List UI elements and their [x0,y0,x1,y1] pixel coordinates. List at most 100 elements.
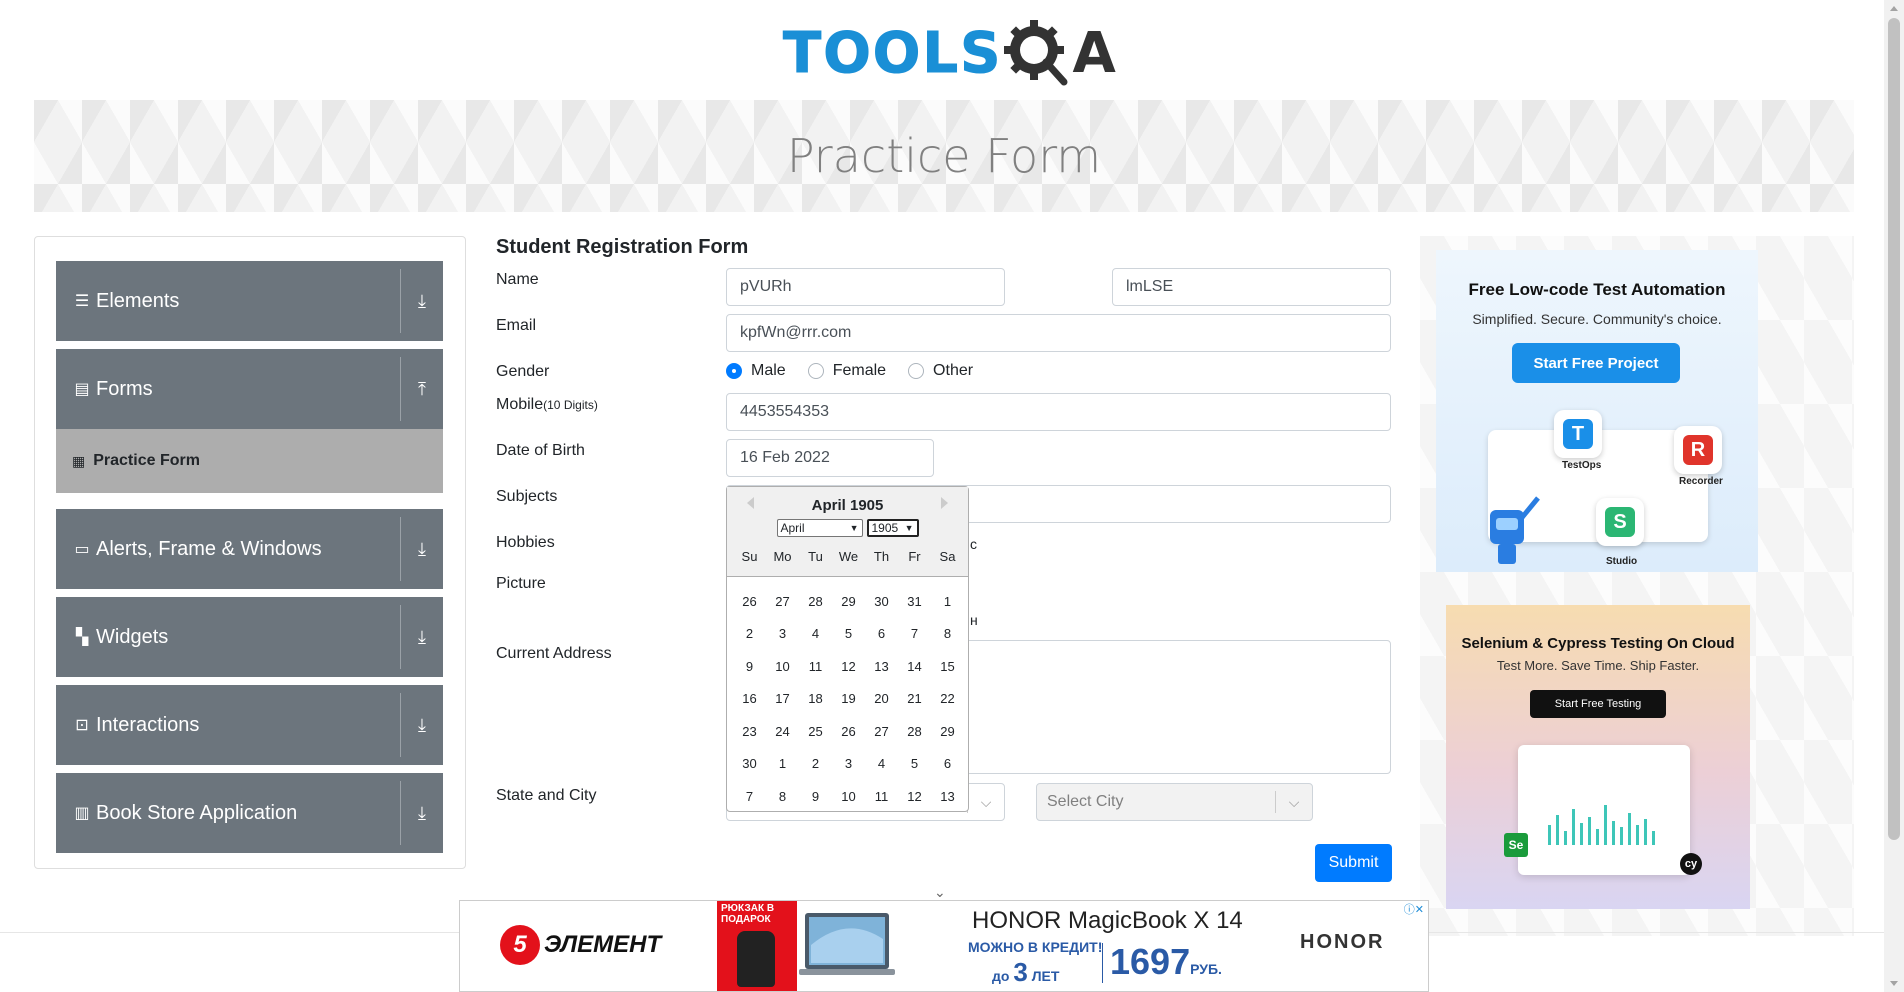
calendar-day[interactable]: 26 [832,724,865,739]
calendar-day[interactable]: 11 [799,659,832,674]
radio-dot-checked[interactable] [726,363,742,379]
email-input[interactable]: kpfWn@rrr.com [726,314,1391,352]
city-select[interactable]: Select City ⌵ [1036,783,1313,821]
calendar-day[interactable]: 7 [898,626,931,641]
calendar-day[interactable]: 9 [799,789,832,804]
submit-button[interactable]: Submit [1315,844,1392,882]
calendar-day[interactable]: 5 [832,626,865,641]
calendar-day[interactable]: 27 [865,724,898,739]
scrollbar-thumb[interactable] [1888,18,1900,840]
ad-term-text: до 3 ЛЕТ [992,957,1059,988]
calendar-day[interactable]: 12 [832,659,865,674]
sidebar-group-interactions[interactable]: ⊡ Interactions ⤓ [56,685,443,765]
last-name-input[interactable]: lmLSE [1112,268,1391,306]
calendar-day[interactable]: 1 [931,594,964,609]
calendar-day[interactable]: 29 [832,594,865,609]
promo-text: РЮКЗАК В ПОДАРОК [721,903,775,925]
calendar-day[interactable]: 6 [931,756,964,771]
calendar-day[interactable]: 5 [898,756,931,771]
calendar-day[interactable]: 18 [799,691,832,706]
month-select[interactable]: April ▼ [776,519,863,537]
gender-female-radio[interactable]: Female [807,362,886,380]
calendar-day[interactable]: 30 [733,756,766,771]
calendar-day[interactable]: 29 [931,724,964,739]
calendar-day[interactable]: 30 [865,594,898,609]
calendar-day[interactable]: 22 [931,691,964,706]
start-free-testing-button[interactable]: Start Free Testing [1530,690,1666,718]
calendar-day[interactable]: 4 [865,756,898,771]
calendar-day[interactable]: 8 [931,626,964,641]
chevron-down-icon[interactable]: ⌄ [934,884,946,901]
first-name-input[interactable]: pVURh [726,268,1005,306]
bottom-banner-ad[interactable]: 5 ЭЛЕМЕНТ РЮКЗАК В ПОДАРОК HONOR MagicBo… [459,900,1429,992]
scroll-up-icon[interactable] [1890,6,1898,11]
weekday-label: We [838,549,859,564]
calendar-day[interactable]: 12 [898,789,931,804]
month-year-selects: April ▼ 1905 ▼ [727,519,968,537]
calendar-day[interactable]: 26 [733,594,766,609]
calendar-day[interactable]: 7 [733,789,766,804]
weekday-label: Su [741,549,758,564]
calendar-day[interactable]: 8 [766,789,799,804]
calendar-day[interactable]: 3 [766,626,799,641]
calendar-day[interactable]: 17 [766,691,799,706]
start-free-project-button[interactable]: Start Free Project [1512,343,1680,383]
calendar-day[interactable]: 19 [832,691,865,706]
download-icon: ⤓ [418,538,426,559]
mobile-label-text: Mobile [496,396,544,413]
download-icon: ⤓ [418,802,426,823]
calendar-day[interactable]: 25 [799,724,832,739]
calendar-day[interactable]: 14 [898,659,931,674]
calendar-day[interactable]: 4 [799,626,832,641]
calendar-day[interactable]: 9 [733,659,766,674]
gender-male-radio[interactable]: Male [726,362,786,380]
radio-dot[interactable] [807,363,824,379]
calendar-week: 16 17 18 19 20 21 22 [733,683,964,716]
gender-other-radio[interactable]: Other [908,362,973,380]
sidebar-group-widgets[interactable]: ▚ Widgets ⤓ [56,597,443,677]
ad-info-close-icon[interactable]: ⓘ✕ [1404,901,1424,917]
calendar-day[interactable]: 28 [799,594,832,609]
calendar-day[interactable]: 13 [931,789,964,804]
calendar-day[interactable]: 31 [898,594,931,609]
sidebar-group-forms[interactable]: ▤ Forms ⤒ [56,349,443,429]
calendar-day[interactable]: 1 [766,756,799,771]
calendar-day[interactable]: 13 [865,659,898,674]
calendar-day[interactable]: 20 [865,691,898,706]
sidebar-group-book-store[interactable]: ▥ Book Store Application ⤓ [56,773,443,853]
sidebar-group-alerts[interactable]: ▭ Alerts, Frame & Windows ⤓ [56,509,443,589]
calendar-day[interactable]: 27 [766,594,799,609]
page-scrollbar[interactable] [1884,0,1904,992]
toolsqa-logo[interactable]: TOOLS A [782,16,1116,90]
calendar-day[interactable]: 10 [832,789,865,804]
calendar-day[interactable]: 11 [865,789,898,804]
hobbies-partial-text: c [970,536,977,552]
scroll-down-icon[interactable] [1890,981,1898,986]
year-select-value: 1905 [871,521,899,535]
year-select[interactable]: 1905 ▼ [866,519,919,537]
calendar-day[interactable]: 3 [832,756,865,771]
calendar-day[interactable]: 2 [733,626,766,641]
radio-label: Male [751,362,786,379]
calendar-day[interactable]: 15 [931,659,964,674]
sidebar-item-label: Practice Form [93,452,200,469]
calendar-day[interactable]: 16 [733,691,766,706]
radio-dot[interactable] [908,363,925,379]
lambdatest-ad[interactable]: Selenium & Cypress Testing On Cloud Test… [1446,605,1750,909]
calendar-day[interactable]: 6 [865,626,898,641]
calendar-day[interactable]: 21 [898,691,931,706]
brand-name: ЭЛЕМЕНТ [544,931,662,958]
next-month-icon[interactable] [941,497,948,509]
calendar-day[interactable]: 28 [898,724,931,739]
katalon-ad[interactable]: Free Low-code Test Automation Simplified… [1436,250,1758,572]
sidebar-group-label: Widgets [96,625,169,648]
mobile-input[interactable]: 4453554353 [726,393,1391,431]
calendar-day[interactable]: 23 [733,724,766,739]
calendar-day[interactable]: 24 [766,724,799,739]
calendar-day[interactable]: 10 [766,659,799,674]
sidebar-item-practice-form[interactable]: ▦ Practice Form [56,429,443,493]
dob-input[interactable]: 16 Feb 2022 [726,439,934,477]
sidebar-group-elements[interactable]: ☰ Elements ⤓ [56,261,443,341]
honor-logo: HONOR [1300,931,1385,953]
calendar-day[interactable]: 2 [799,756,832,771]
